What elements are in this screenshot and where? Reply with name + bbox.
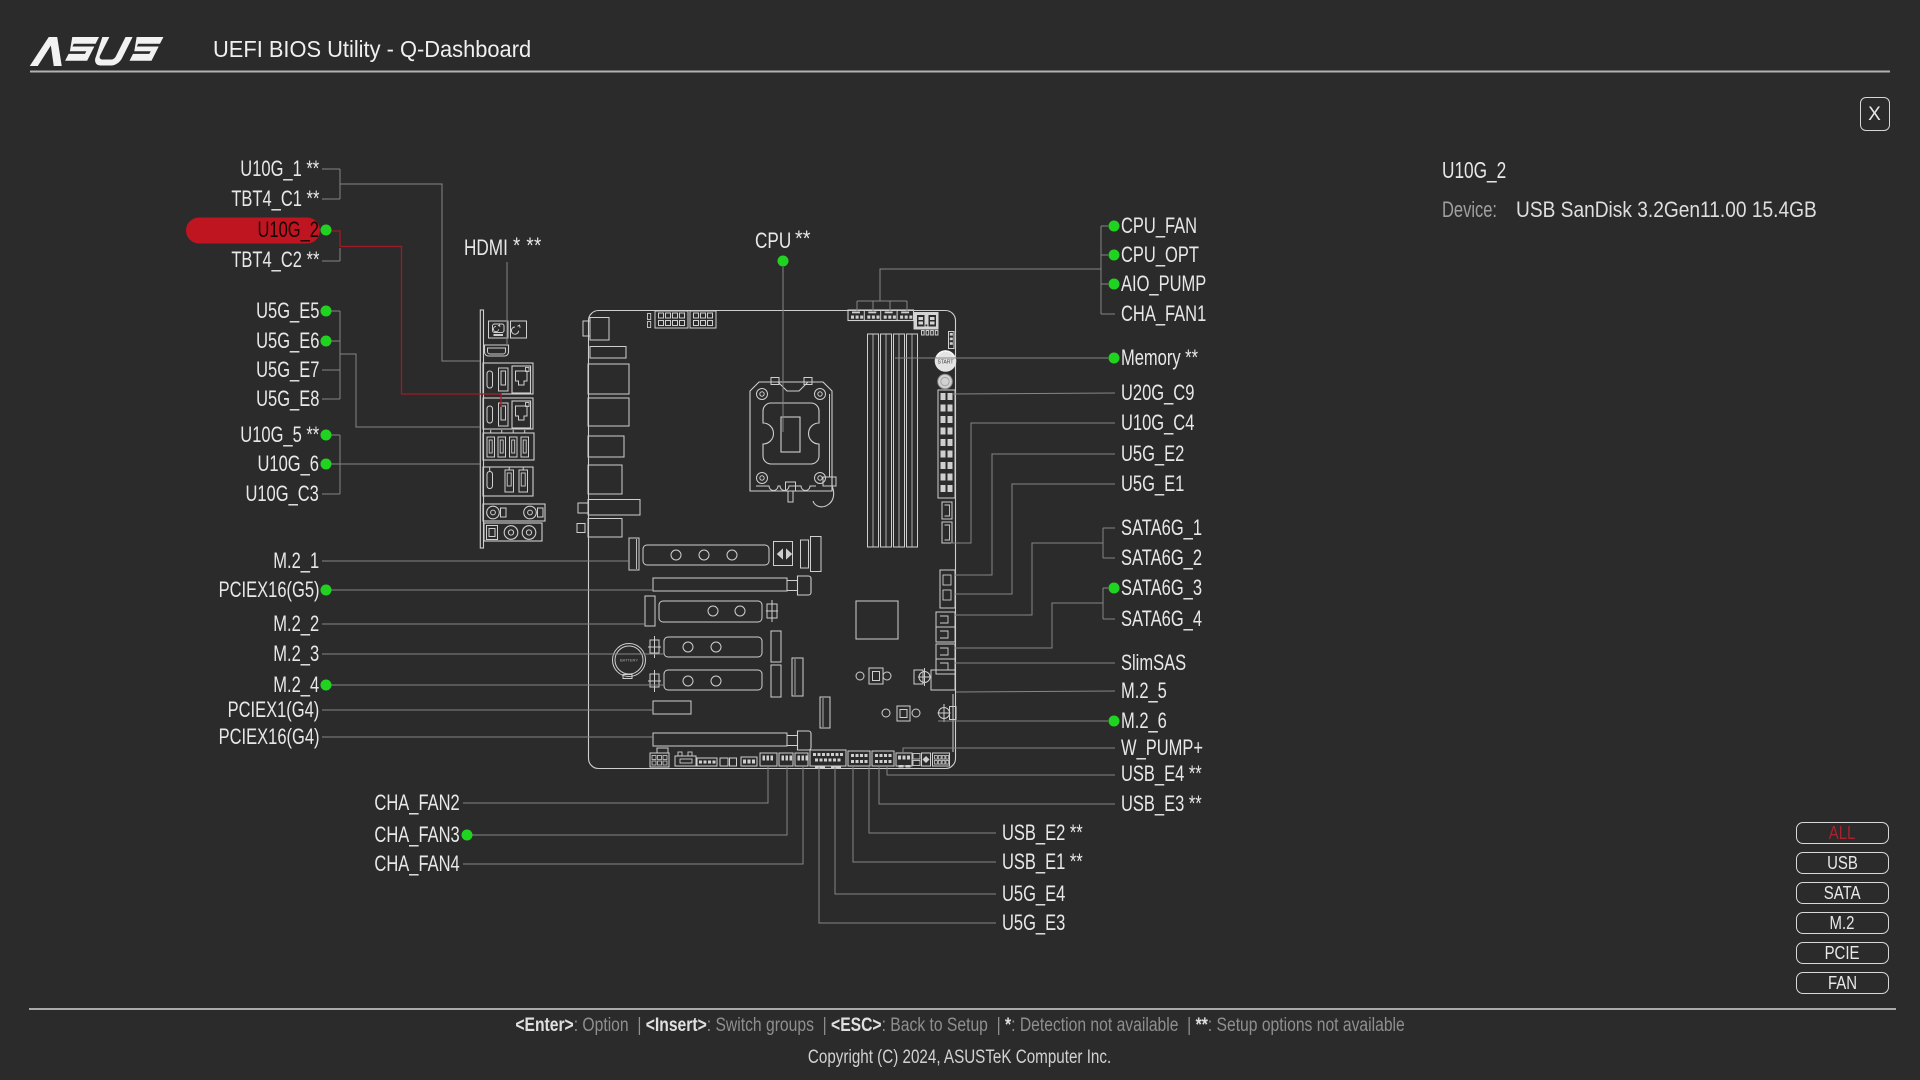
svg-text:START: START <box>938 360 954 366</box>
svg-text:BATTERY: BATTERY <box>620 658 638 663</box>
